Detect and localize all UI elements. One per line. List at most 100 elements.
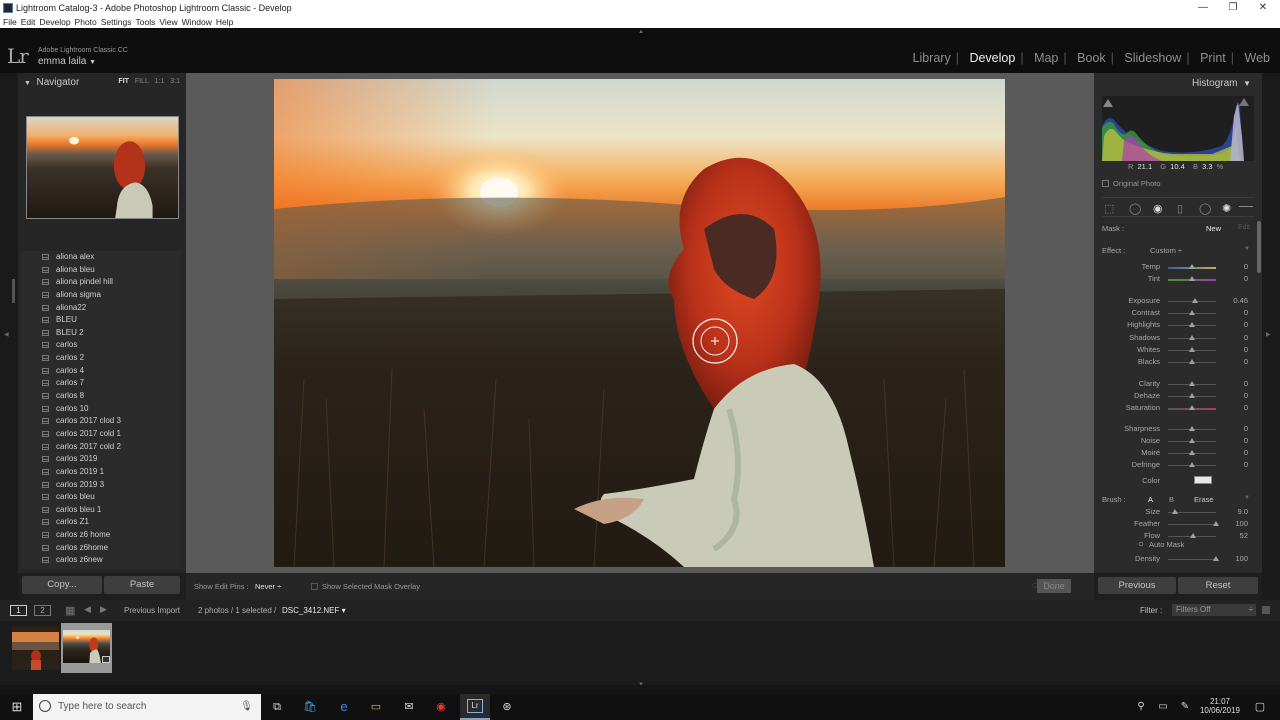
module-print[interactable]: Print <box>1200 51 1226 65</box>
exposure-value[interactable]: 0.46 <box>1224 296 1248 305</box>
preset-item[interactable]: BLEU <box>21 314 181 327</box>
brush-density-slider-handle[interactable] <box>1213 556 1219 561</box>
color-swatch[interactable] <box>1194 476 1212 484</box>
reset-button[interactable]: Reset <box>1178 577 1258 594</box>
tint-value[interactable]: 0 <box>1224 274 1248 283</box>
defringe-slider-handle[interactable] <box>1189 462 1195 467</box>
navigator-preview[interactable] <box>26 116 179 219</box>
grid-view-icon[interactable]: ▦ <box>65 604 75 617</box>
preset-item[interactable]: BLEU 2 <box>21 327 181 340</box>
whites-slider-handle[interactable] <box>1189 347 1195 352</box>
module-develop[interactable]: Develop <box>969 51 1015 65</box>
forward-arrow-icon[interactable]: ▶ <box>100 604 107 615</box>
clarity-slider-handle[interactable] <box>1189 381 1195 386</box>
adjustment-brush-icon[interactable]: ✺ <box>1222 202 1231 215</box>
effect-collapse-icon[interactable]: ▼ <box>1244 246 1250 252</box>
radial-filter-icon[interactable]: ◯ <box>1199 202 1211 215</box>
preset-item[interactable]: carlos 2 <box>21 352 181 365</box>
blacks-value[interactable]: 0 <box>1224 357 1248 366</box>
pen-icon[interactable]: ✎ <box>1177 700 1193 714</box>
edge-icon[interactable]: e <box>336 700 352 714</box>
brush-flow-slider-handle[interactable] <box>1189 533 1196 538</box>
back-arrow-icon[interactable]: ◀ <box>84 604 91 615</box>
shadows-slider-handle[interactable] <box>1189 335 1195 340</box>
app-icon-circle[interactable]: ⊛ <box>499 700 515 714</box>
preset-item[interactable]: carlos 2019 <box>21 453 181 466</box>
preset-item[interactable]: aliona alex <box>21 251 181 264</box>
preset-item[interactable]: carlos z6home <box>21 542 181 555</box>
menu-help[interactable]: Help <box>216 16 233 28</box>
presets-list[interactable]: aliona alex aliona bleu aliona pindel hill… <box>21 251 181 569</box>
module-web[interactable]: Web <box>1245 51 1270 65</box>
taskbar-search[interactable]: Type here to search 🎙 <box>33 694 261 720</box>
preset-item[interactable]: carlos z6 home <box>21 529 181 542</box>
zoom-3-1[interactable]: 3:1 <box>170 78 180 85</box>
photo-canvas[interactable] <box>186 73 1094 573</box>
saturation-slider-handle[interactable] <box>1189 405 1195 410</box>
contrast-value[interactable]: 0 <box>1224 308 1248 317</box>
sharpness-value[interactable]: 0 <box>1224 424 1248 433</box>
store-icon[interactable]: 🛍 <box>302 700 318 714</box>
highlights-slider-handle[interactable] <box>1189 322 1195 327</box>
preset-item[interactable]: carlos 2019 1 <box>21 466 181 479</box>
preset-item[interactable]: carlos 7 <box>21 377 181 390</box>
preset-item[interactable]: carlos bleu 1 <box>21 504 181 517</box>
preset-item[interactable]: carlos bleu <box>21 491 181 504</box>
clarity-value[interactable]: 0 <box>1224 379 1248 388</box>
preset-item[interactable]: carlos 4 <box>21 365 181 378</box>
preset-item[interactable]: carlos 2017 cold 1 <box>21 428 181 441</box>
menu-edit[interactable]: Edit <box>21 16 36 28</box>
people-icon[interactable]: ⚲ <box>1133 700 1149 714</box>
brush-feather-slider-handle[interactable] <box>1213 521 1219 526</box>
original-photo-checkbox[interactable]: Original Photo <box>1102 179 1161 188</box>
close-button[interactable]: ✕ <box>1246 0 1280 16</box>
brush-size-value[interactable]: 9.0 <box>1224 507 1248 516</box>
brush-density-slider[interactable] <box>1168 559 1216 560</box>
chrome-icon[interactable]: ◉ <box>433 700 449 714</box>
screen-1-button[interactable]: 1 <box>10 605 27 616</box>
left-panel-edge[interactable]: ◀ <box>0 73 18 600</box>
filter-select[interactable]: Filters Off ÷ <box>1172 604 1256 616</box>
moire-slider-handle[interactable] <box>1189 450 1195 455</box>
right-panel-scrollbar[interactable] <box>1257 221 1261 273</box>
filmstrip-selected-frame[interactable] <box>61 623 112 673</box>
preset-item[interactable]: aliona sigma <box>21 289 181 302</box>
zoom-fit[interactable]: FIT <box>118 78 129 85</box>
microphone-icon[interactable]: 🎙 <box>240 694 253 720</box>
filmstrip-filename[interactable]: DSC_3412.NEF ▾ <box>282 606 346 615</box>
dehaze-value[interactable]: 0 <box>1224 391 1248 400</box>
lightroom-taskbar-button[interactable]: Lr <box>460 694 490 720</box>
filmstrip-source[interactable]: Previous Import <box>124 606 180 615</box>
redeye-icon[interactable]: ◉ <box>1153 202 1163 215</box>
right-panel-edge[interactable]: ▶ <box>1262 73 1280 600</box>
copy-button[interactable]: Copy... <box>22 576 102 594</box>
menu-develop[interactable]: Develop <box>39 16 70 28</box>
preset-item[interactable]: carlos 2017 cold 2 <box>21 441 181 454</box>
file-explorer-icon[interactable]: ▭ <box>368 700 384 714</box>
sharpness-slider-handle[interactable] <box>1189 426 1195 431</box>
menu-settings[interactable]: Settings <box>101 16 132 28</box>
zoom-1-1[interactable]: 1:1 <box>155 78 165 85</box>
navigator-header[interactable]: ▼ Navigator <box>24 77 79 88</box>
preset-item[interactable]: aliona22 <box>21 302 181 315</box>
brush-a-tab[interactable]: A <box>1148 495 1153 504</box>
taskbar-clock[interactable]: 21:07 10/06/2019 <box>1198 697 1242 715</box>
preset-item[interactable]: carlos 2017 clod 3 <box>21 415 181 428</box>
saturation-value[interactable]: 0 <box>1224 403 1248 412</box>
filter-lock-icon[interactable] <box>1262 606 1270 614</box>
histogram-header[interactable]: Histogram ▼ <box>1192 78 1251 89</box>
tint-slider-handle[interactable] <box>1189 276 1195 281</box>
module-slideshow[interactable]: Slideshow <box>1124 51 1181 65</box>
preset-item[interactable]: carlos 2019 3 <box>21 479 181 492</box>
previous-button[interactable]: Previous <box>1098 577 1176 594</box>
preset-item[interactable]: carlos z6new <box>21 554 181 567</box>
menu-tools[interactable]: Tools <box>135 16 155 28</box>
dehaze-slider-handle[interactable] <box>1189 393 1195 398</box>
minimize-button[interactable]: — <box>1186 0 1220 16</box>
menu-photo[interactable]: Photo <box>75 16 97 28</box>
blacks-slider-handle[interactable] <box>1189 359 1195 364</box>
preset-item[interactable]: carlos Z1 <box>21 516 181 529</box>
whites-value[interactable]: 0 <box>1224 345 1248 354</box>
spot-removal-icon[interactable]: ◯ <box>1129 202 1141 215</box>
brush-feather-slider[interactable] <box>1168 524 1216 525</box>
